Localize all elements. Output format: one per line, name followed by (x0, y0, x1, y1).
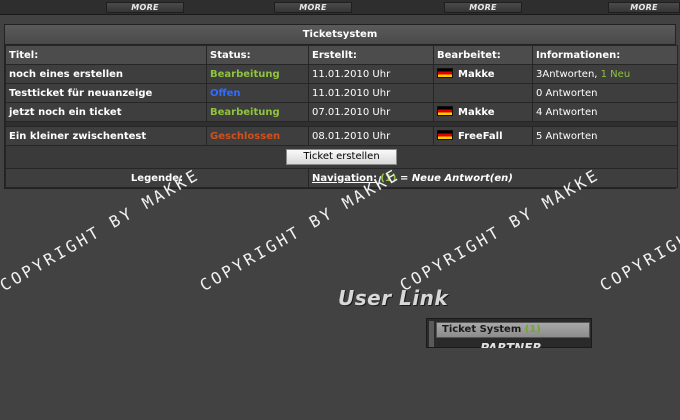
status-badge: Offen (206, 83, 309, 103)
more-button[interactable]: MORE (444, 2, 522, 13)
ticket-title-link[interactable]: Ein kleiner zwischentest (5, 126, 207, 146)
ticket-system-link[interactable]: Ticket System (1) (436, 322, 590, 338)
legend-equals: = (396, 172, 412, 184)
more-button[interactable]: MORE (106, 2, 184, 13)
editor-cell (433, 83, 533, 103)
editor-name: Makke (458, 107, 495, 118)
reply-count: 5 Antworten (532, 126, 678, 146)
reply-count: 4 Antworten (532, 102, 678, 122)
ticket-title-link[interactable]: jetzt noch ein ticket (5, 102, 207, 122)
created-date: 08.01.2010 Uhr (308, 126, 434, 146)
legend-label: Legende: (5, 168, 309, 188)
create-ticket-button[interactable]: Ticket erstellen (286, 149, 397, 165)
table-row[interactable]: noch eines erstellen Bearbeitung 11.01.2… (5, 64, 678, 84)
status-badge: Geschlossen (206, 126, 309, 146)
editor-cell: FreeFall (433, 126, 533, 146)
created-date: 11.01.2010 Uhr (308, 64, 434, 84)
table-header-row: Titel: Status: Erstellt: Bearbeitet: Inf… (5, 45, 678, 65)
editor-name: FreeFall (458, 131, 503, 142)
table-row[interactable]: Testticket für neuanzeige Offen 11.01.20… (5, 83, 678, 103)
create-row: Ticket erstellen (5, 145, 678, 169)
ticketsystem-panel: Ticketsystem Titel: Status: Erstellt: Be… (4, 24, 678, 189)
user-link-heading: User Link (338, 286, 449, 310)
table-row[interactable]: Ein kleiner zwischentest Geschlossen 08.… (5, 126, 678, 146)
german-flag-icon (437, 130, 453, 140)
column-header-info: Informationen: (532, 45, 678, 65)
column-header-created: Erstellt: (308, 45, 434, 65)
partner-heading: PARTNER (480, 341, 542, 348)
top-nav-strip: MORE MORE MORE MORE (0, 0, 680, 15)
navigation-link[interactable]: Navigation: (312, 173, 377, 184)
column-header-edited: Bearbeitet: (433, 45, 533, 65)
ticket-table: Titel: Status: Erstellt: Bearbeitet: Inf… (5, 45, 678, 188)
legend-row: Legende: Navigation: (1) = Neue Antwort(… (5, 168, 678, 188)
ticket-system-label: Ticket System (442, 324, 525, 335)
new-reply-count: 1 Neu (600, 68, 631, 80)
legend-count: (1) (380, 172, 397, 184)
ticket-title-link[interactable]: Testticket für neuanzeige (5, 83, 207, 103)
status-badge: Bearbeitung (206, 64, 309, 84)
table-row[interactable]: jetzt noch ein ticket Bearbeitung 07.01.… (5, 102, 678, 122)
more-button[interactable]: MORE (608, 2, 680, 13)
ticket-system-count: (1) (524, 324, 541, 335)
status-badge: Bearbeitung (206, 102, 309, 122)
reply-count: 3Antworten, (536, 68, 601, 80)
german-flag-icon (437, 106, 453, 116)
editor-cell: Makke (433, 102, 533, 122)
ticket-title-link[interactable]: noch eines erstellen (5, 64, 207, 84)
column-header-title: Titel: (5, 45, 207, 65)
legend-new-reply: Neue Antwort(en) (411, 172, 513, 184)
editor-cell: Makke (433, 64, 533, 84)
created-date: 07.01.2010 Uhr (308, 102, 434, 122)
editor-name: Makke (458, 69, 495, 80)
german-flag-icon (437, 68, 453, 78)
more-button[interactable]: MORE (274, 2, 352, 13)
info-cell: 3Antworten, 1 Neu (532, 64, 678, 84)
created-date: 11.01.2010 Uhr (308, 83, 434, 103)
panel-title: Ticketsystem (5, 25, 675, 45)
column-header-status: Status: (206, 45, 309, 65)
legend-content: Navigation: (1) = Neue Antwort(en) (308, 168, 678, 188)
reply-count: 0 Antworten (532, 83, 678, 103)
